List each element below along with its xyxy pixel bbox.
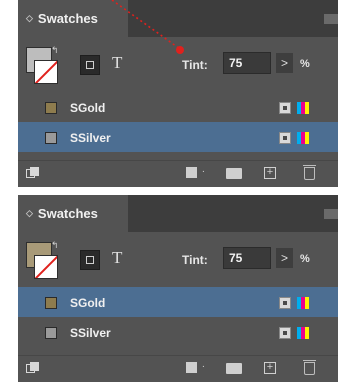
callout-line — [111, 0, 181, 50]
callout-annotation — [111, 0, 184, 54]
callout-dot — [176, 46, 184, 54]
